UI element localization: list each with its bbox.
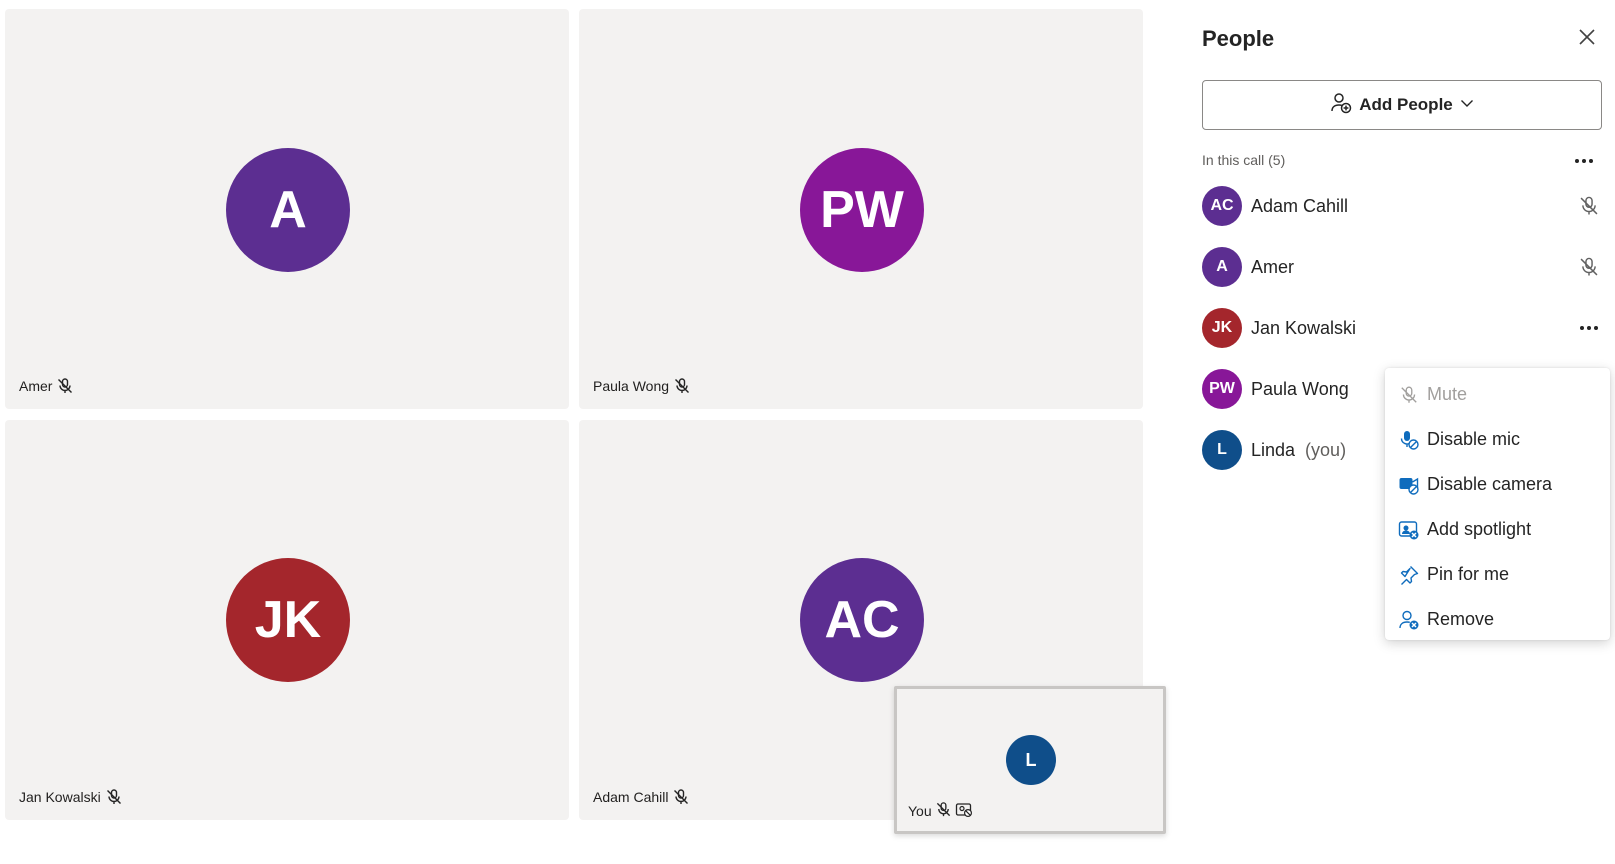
- participant-name: Paula Wong: [593, 378, 670, 394]
- tile-name-label: Amer: [19, 377, 74, 395]
- participant-name: Adam Cahill: [593, 789, 669, 805]
- video-tile-paula-wong[interactable]: PW Paula Wong: [579, 9, 1143, 409]
- avatar: JK: [1202, 308, 1242, 348]
- you-tag: (you): [1305, 439, 1347, 460]
- menu-item-mute[interactable]: Mute: [1385, 372, 1610, 417]
- disable-mic-icon: [1397, 428, 1421, 452]
- more-icon: [1580, 326, 1598, 330]
- participant-name: Adam Cahill: [1251, 195, 1349, 216]
- pin-icon: [1397, 563, 1421, 587]
- close-panel-button[interactable]: [1574, 26, 1600, 52]
- add-person-icon: [1329, 91, 1353, 120]
- avatar: A: [1202, 247, 1242, 287]
- menu-item-pin-for-me[interactable]: Pin for me: [1385, 552, 1610, 597]
- avatar: L: [1202, 430, 1242, 470]
- menu-item-label: Disable camera: [1427, 474, 1553, 494]
- menu-item-label: Pin for me: [1427, 564, 1510, 584]
- participant-row[interactable]: AC Adam Cahill: [1202, 181, 1602, 231]
- mic-off-icon: [935, 801, 952, 821]
- tile-name-label: Jan Kowalski: [19, 788, 123, 806]
- more-options-button[interactable]: [1576, 315, 1602, 341]
- menu-item-disable-mic[interactable]: Disable mic: [1385, 417, 1610, 462]
- participant-name: Jan Kowalski: [19, 789, 101, 805]
- video-tile-jan-kowalski[interactable]: JK Jan Kowalski: [5, 420, 569, 820]
- disable-camera-icon: [1397, 473, 1421, 497]
- self-view-label: You: [908, 801, 973, 821]
- menu-item-label: Remove: [1427, 609, 1495, 629]
- participant-name: You: [908, 803, 932, 819]
- avatar: L: [1006, 735, 1056, 785]
- spotlight-icon: [1397, 518, 1421, 542]
- menu-item-remove[interactable]: Remove: [1385, 597, 1610, 642]
- avatar: AC: [800, 558, 924, 682]
- mic-off-icon: [1576, 193, 1602, 219]
- more-icon: [1574, 151, 1594, 169]
- menu-item-label: Add spotlight: [1427, 519, 1532, 539]
- menu-item-label: Disable mic: [1427, 429, 1521, 449]
- mic-off-icon: [105, 788, 123, 806]
- menu-item-disable-camera[interactable]: Disable camera: [1385, 462, 1610, 507]
- participant-name: Paula Wong: [1251, 378, 1349, 399]
- more-options-button[interactable]: [1570, 150, 1598, 170]
- self-view-tile[interactable]: L You: [894, 686, 1166, 834]
- in-call-section-label: In this call (5): [1202, 152, 1286, 168]
- remove-person-icon: [1397, 608, 1421, 632]
- add-people-button[interactable]: Add People: [1202, 80, 1602, 130]
- avatar: AC: [1202, 186, 1242, 226]
- participant-name: Jan Kowalski: [1251, 317, 1357, 338]
- participant-name: Amer: [1251, 256, 1295, 277]
- participant-row[interactable]: A Amer: [1202, 242, 1602, 292]
- mic-off-icon: [1397, 383, 1421, 407]
- participant-name: Linda: [1251, 439, 1296, 460]
- mic-off-icon: [56, 377, 74, 395]
- video-tile-amer[interactable]: A Amer: [5, 9, 569, 409]
- avatar: PW: [800, 148, 924, 272]
- avatar: JK: [226, 558, 350, 682]
- mic-off-icon: [673, 377, 691, 395]
- tile-name-label: Adam Cahill: [593, 788, 690, 806]
- close-icon: [1578, 28, 1596, 51]
- menu-item-add-spotlight[interactable]: Add spotlight: [1385, 507, 1610, 552]
- avatar: PW: [1202, 369, 1242, 409]
- avatar: A: [226, 148, 350, 272]
- panel-title: People: [1202, 26, 1275, 51]
- camera-off-icon: [955, 801, 973, 821]
- chevron-down-icon: [1459, 95, 1475, 116]
- participant-name: Amer: [19, 378, 53, 394]
- participant-context-menu: Mute Disable mic Disable camera Add spot…: [1385, 368, 1610, 640]
- menu-item-label: Mute: [1427, 384, 1468, 404]
- add-people-label: Add People: [1359, 95, 1453, 114]
- tile-name-label: Paula Wong: [593, 377, 691, 395]
- mic-off-icon: [672, 788, 690, 806]
- participant-row[interactable]: JK Jan Kowalski: [1202, 303, 1602, 353]
- video-grid: A Amer PW Paula Wong JK Jan Kowalski AC: [0, 0, 1190, 864]
- mic-off-icon: [1576, 254, 1602, 280]
